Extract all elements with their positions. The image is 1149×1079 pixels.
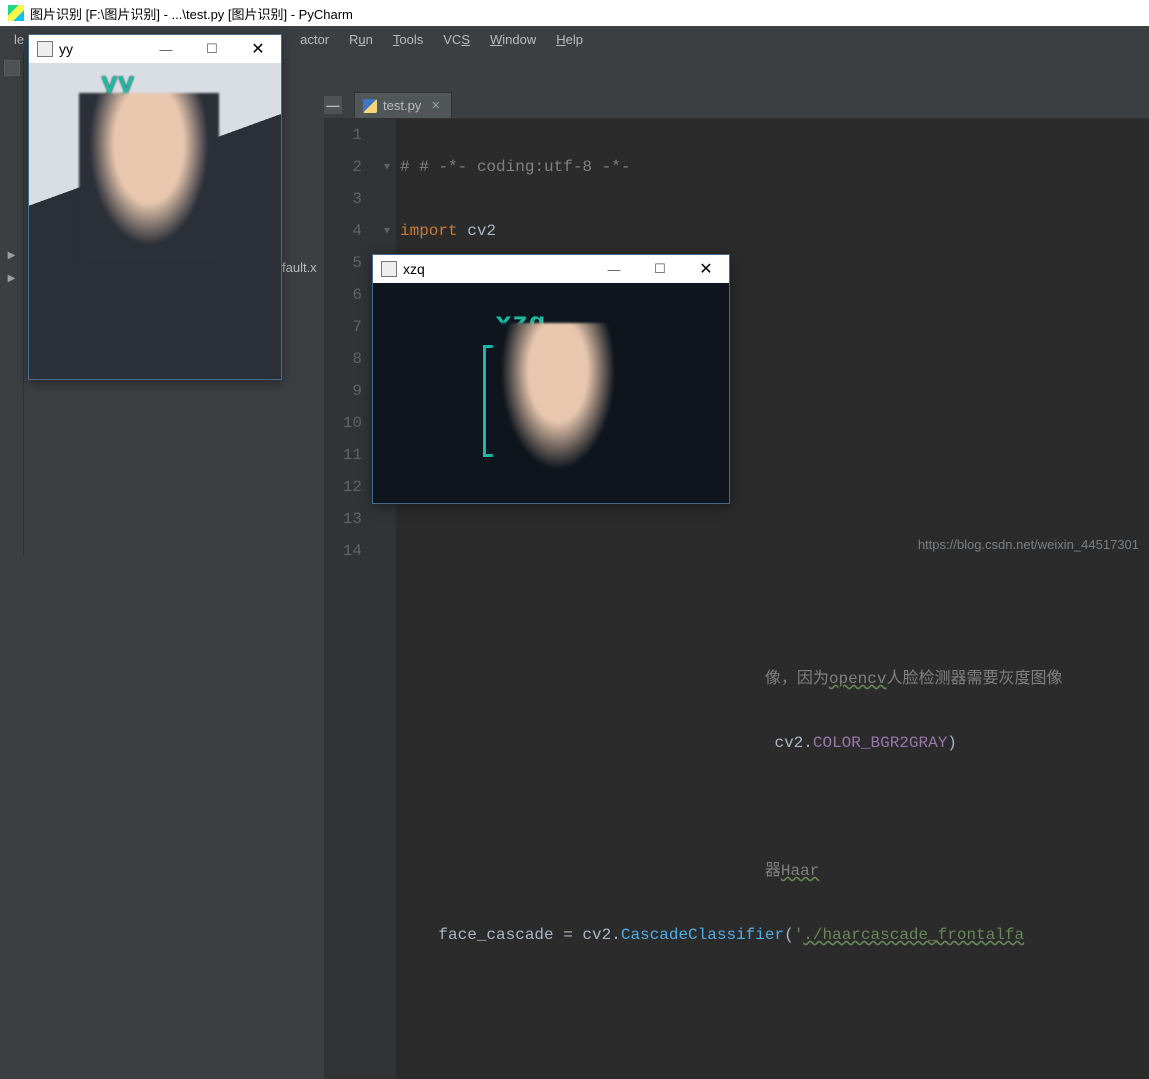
menu-tools[interactable]: Tools (385, 29, 431, 50)
expand-icon[interactable]: ▶ (8, 273, 16, 284)
window-icon (381, 261, 397, 277)
menu-window[interactable]: Window (482, 29, 544, 50)
menu-vcs[interactable]: VCS (435, 29, 478, 50)
minimize-button[interactable]: — (143, 42, 189, 57)
pycharm-titlebar: 图片识别 [F:\图片识别] - ...\test.py [图片识别] - Py… (0, 0, 1149, 26)
close-tab-icon[interactable]: ✕ (431, 99, 440, 112)
image-canvas: xzq (373, 283, 729, 503)
opencv-window-yy[interactable]: yy — ☐ ✕ yy (28, 34, 282, 380)
tab-filename: test.py (383, 98, 421, 113)
window-title-text: yy (59, 41, 143, 57)
menu-run[interactable]: Run (341, 29, 381, 50)
window-icon (37, 41, 53, 57)
detection-label: xzq (495, 309, 545, 340)
window-titlebar[interactable]: xzq — ☐ ✕ (373, 255, 729, 283)
line-gutter: 1234567 891011121314 (324, 119, 378, 1079)
minimize-button[interactable]: — (591, 262, 637, 277)
menu-help[interactable]: Help (548, 29, 591, 50)
face-bounding-box (483, 345, 585, 457)
image-canvas: yy (29, 63, 281, 379)
editor-tab-testpy[interactable]: test.py ✕ (354, 92, 452, 118)
fold-icon[interactable]: ▾ (378, 151, 396, 183)
opencv-window-xzq[interactable]: xzq — ☐ ✕ xzq (372, 254, 730, 504)
code-line: # # -*- coding:utf-8 -*- (400, 158, 630, 176)
tree-node-partial[interactable]: fault.x (280, 260, 319, 275)
maximize-button[interactable]: ☐ (637, 261, 683, 277)
window-title-text: xzq (403, 261, 591, 277)
menu-refactor[interactable]: actor (292, 29, 337, 50)
window-title: 图片识别 [F:\图片识别] - ...\test.py [图片识别] - Py… (30, 4, 353, 23)
face-bounding-box (87, 103, 189, 221)
expand-icon[interactable]: ▶ (8, 250, 16, 261)
close-button[interactable]: ✕ (235, 39, 281, 59)
file-icon[interactable] (4, 60, 20, 76)
watermark-text: https://blog.csdn.net/weixin_44517301 (918, 537, 1139, 552)
tool-window-strip: ▶ ▶ (0, 52, 24, 556)
maximize-button[interactable]: ☐ (189, 41, 235, 57)
pycharm-icon (8, 5, 24, 21)
fold-icon[interactable]: ▾ (378, 215, 396, 247)
editor-tabbar: — test.py ✕ (324, 92, 1149, 119)
close-button[interactable]: ✕ (683, 259, 729, 279)
detection-label: yy (101, 69, 135, 100)
python-file-icon (363, 99, 377, 113)
collapse-sidebar-button[interactable]: — (324, 96, 342, 114)
window-titlebar[interactable]: yy — ☐ ✕ (29, 35, 281, 63)
